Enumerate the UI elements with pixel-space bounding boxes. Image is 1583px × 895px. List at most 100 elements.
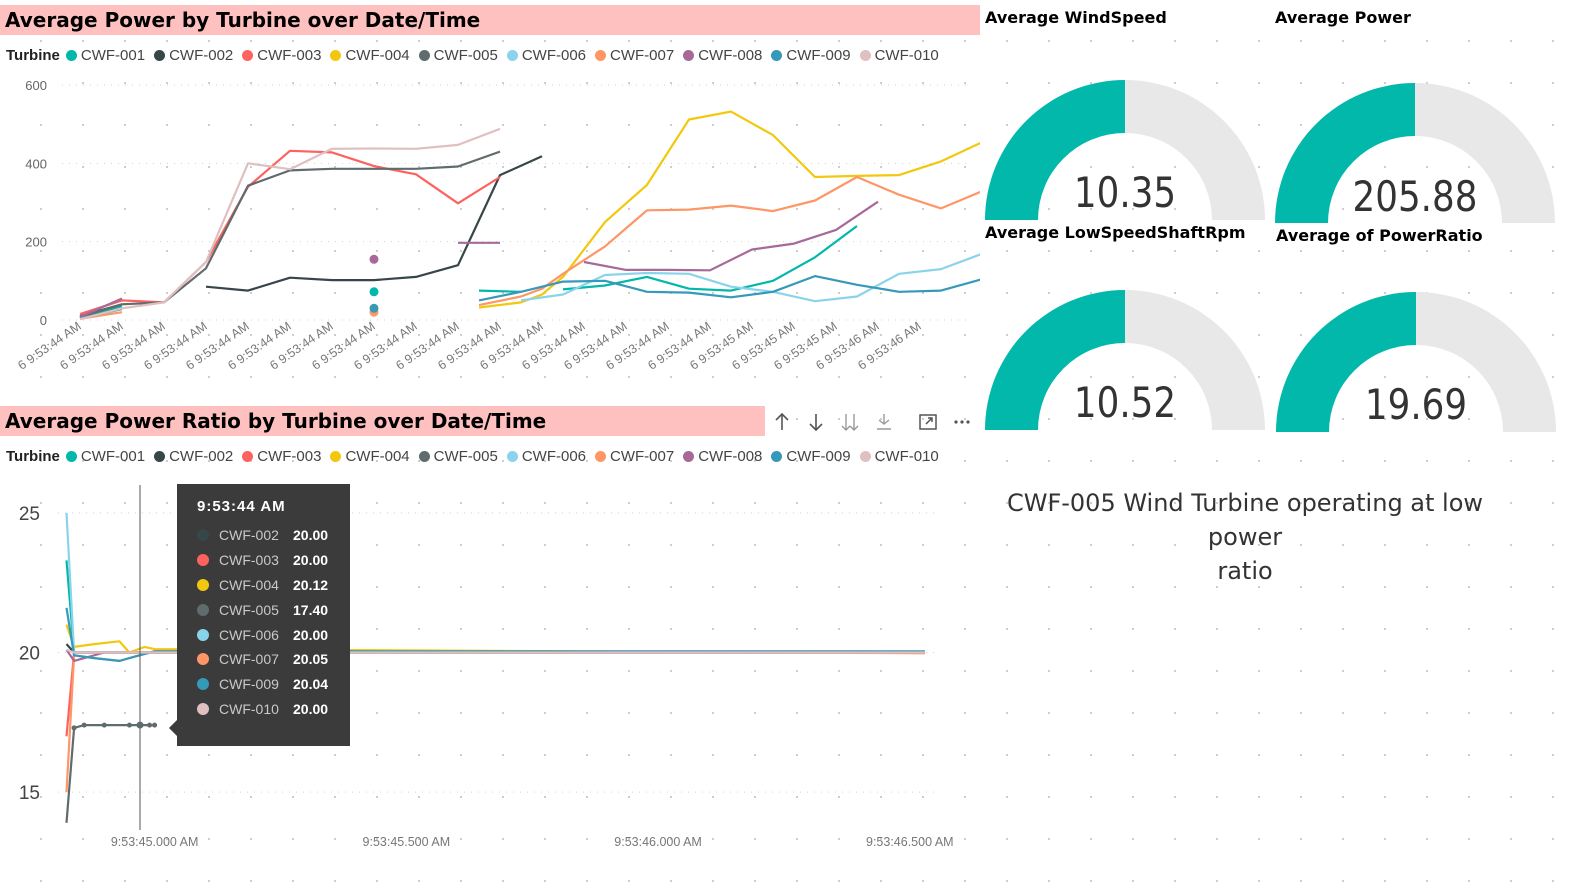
legend-item-cwf-006[interactable]: CWF-006 [506, 448, 587, 465]
tooltip-series-name: CWF-005 [219, 601, 279, 618]
legend-label: CWF-009 [786, 448, 851, 465]
ratio-line-chart[interactable]: 25 20 15 9:53:45.000 AM 9:53:45.500 AM 9:53:4… [0, 470, 980, 865]
legend-label: CWF-003 [257, 47, 322, 64]
data-point-cwf-005 [152, 722, 158, 728]
tooltip-series-name: CWF-004 [219, 576, 279, 593]
legend-item-cwf-010[interactable]: CWF-010 [859, 448, 939, 465]
legend-dot [506, 451, 518, 462]
sort-descending-icon[interactable] [799, 408, 833, 436]
tooltip-dot [197, 702, 209, 715]
tooltip-dot [197, 603, 209, 616]
y-tick-label: 15 [19, 783, 40, 804]
legend-item-cwf-006[interactable]: CWF-006 [506, 47, 587, 64]
y-tick-label: 400 [25, 156, 47, 171]
legend-dot [506, 50, 518, 61]
legend-dot [330, 50, 342, 61]
legend-item-cwf-008[interactable]: CWF-008 [683, 448, 762, 465]
legend-label: CWF-006 [521, 448, 587, 465]
legend-label: CWF-004 [345, 448, 410, 465]
alert-line-1: CWF-005 Wind Turbine operating at low po… [1006, 489, 1484, 551]
tooltip-series-name: CWF-009 [219, 676, 279, 693]
power-value: 205.88 [1352, 172, 1478, 221]
data-point-cwf-008 [369, 254, 379, 264]
legend-label: CWF-001 [80, 47, 146, 64]
tooltip-row: CWF-005 17.40 [197, 597, 332, 622]
tooltip-row: CWF-002 20.00 [197, 523, 332, 548]
legend-label: CWF-003 [257, 448, 322, 465]
ratio-chart-legend: Turbine CWF-001 CWF-002 CWF-003 CWF-004 CWF-… [6, 448, 948, 465]
x-tick-label: 9:53:45.000 AM [111, 835, 199, 849]
legend-item-cwf-010[interactable]: CWF-010 [859, 47, 939, 64]
legend-item-cwf-001[interactable]: CWF-001 [65, 448, 146, 465]
legend-item-cwf-004[interactable]: CWF-004 [330, 47, 410, 64]
tooltip-dot [197, 653, 209, 666]
y-tick-label: 0 [40, 313, 47, 328]
drill-all-icon[interactable] [833, 408, 867, 436]
powerratio-value: 19.69 [1364, 380, 1468, 429]
hover-point [136, 721, 144, 729]
tooltip-row: CWF-006 20.00 [197, 622, 332, 647]
legend-label: CWF-004 [345, 47, 410, 64]
y-tick-label: 25 [19, 504, 40, 525]
legend-label: CWF-005 [433, 448, 498, 465]
tooltip-series-name: CWF-003 [219, 552, 279, 569]
legend-dot [418, 50, 430, 61]
power-chart-legend: Turbine CWF-001 CWF-002 CWF-003 CWF-004 CWF-… [6, 47, 948, 64]
data-point-cwf-009 [369, 303, 379, 313]
legend-item-cwf-005[interactable]: CWF-005 [418, 47, 498, 64]
legend-title: Turbine [6, 47, 60, 64]
legend-label: CWF-006 [521, 47, 587, 64]
y-tick-label: 600 [25, 78, 47, 93]
expand-hierarchy-icon[interactable] [867, 408, 901, 436]
legend-item-cwf-002[interactable]: CWF-002 [154, 448, 233, 465]
legend-dot [65, 451, 77, 462]
power-gauge-title: Average Power [1275, 8, 1411, 27]
tooltip-title: 9:53:44 AM [197, 498, 286, 515]
legend-label: CWF-002 [169, 47, 234, 64]
legend-dot [154, 50, 166, 61]
series-line-cwf-005 [79, 150, 501, 318]
focus-mode-icon[interactable] [911, 408, 945, 436]
power-line-chart[interactable]: 60040020006 9:53:44 AM6 9:53:44 AM6 9:53… [0, 70, 980, 400]
legend-item-cwf-003[interactable]: CWF-003 [242, 448, 321, 465]
legend-label: CWF-007 [610, 448, 675, 465]
alert-text: CWF-005 Wind Turbine operating at low po… [985, 486, 1505, 588]
legend-item-cwf-008[interactable]: CWF-008 [683, 47, 762, 64]
legend-dot [859, 50, 871, 61]
series-line-cwf-010 [79, 127, 501, 321]
more-options-icon[interactable] [945, 408, 979, 436]
ratio-chart-title: Average Power Ratio by Turbine over Date… [0, 406, 765, 436]
legend-item-cwf-005[interactable]: CWF-005 [418, 448, 498, 465]
data-point-cwf-005 [126, 722, 132, 728]
tooltip-series-name: CWF-006 [219, 626, 279, 643]
legend-label: CWF-002 [169, 448, 234, 465]
tooltip-dot [197, 529, 209, 542]
power-chart-title: Average Power by Turbine over Date/Time [0, 5, 980, 35]
legend-item-cwf-009[interactable]: CWF-009 [771, 47, 851, 64]
legend-item-cwf-009[interactable]: CWF-009 [771, 448, 851, 465]
series-line-cwf-003 [79, 149, 501, 316]
legend-dot [242, 451, 254, 462]
legend-item-cwf-004[interactable]: CWF-004 [330, 448, 410, 465]
series-line-cwf-001 [478, 289, 522, 293]
legend-item-cwf-001[interactable]: CWF-001 [65, 47, 146, 64]
legend-dot [65, 50, 77, 61]
lowspeed-gauge-title: Average LowSpeedShaftRpm [985, 223, 1246, 242]
legend-item-cwf-007[interactable]: CWF-007 [595, 47, 674, 64]
y-tick-label: 200 [25, 235, 47, 250]
tooltip-row: CWF-003 20.00 [197, 548, 332, 573]
legend-dot [683, 50, 695, 61]
tooltip-series-name: CWF-010 [219, 700, 279, 717]
sort-ascending-icon[interactable] [765, 408, 799, 436]
tooltip-row: CWF-004 20.12 [197, 573, 332, 598]
legend-dot [154, 451, 166, 462]
windspeed-value: 10.35 [1073, 168, 1177, 217]
legend-item-cwf-007[interactable]: CWF-007 [595, 448, 674, 465]
legend-item-cwf-002[interactable]: CWF-002 [154, 47, 233, 64]
chart-tooltip: 9:53:44 AM CWF-002 20.00 CWF-003 20.00 CWF-0… [169, 484, 350, 746]
tooltip-dot [197, 678, 209, 691]
legend-label: CWF-001 [80, 448, 146, 465]
series-line-cwf-008 [583, 200, 879, 272]
legend-label: CWF-010 [874, 47, 939, 64]
legend-item-cwf-003[interactable]: CWF-003 [242, 47, 321, 64]
